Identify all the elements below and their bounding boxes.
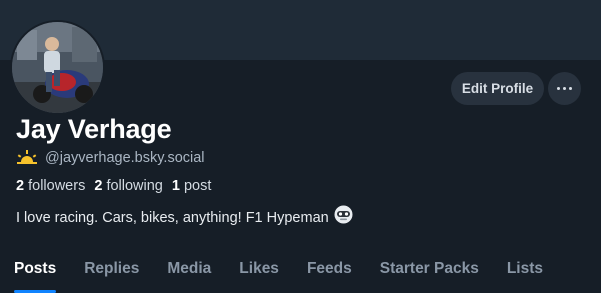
- followers-link[interactable]: 2 followers: [16, 178, 85, 194]
- profile-tabs: Posts Replies Media Likes Feeds Starter …: [0, 255, 601, 293]
- tab-lists[interactable]: Lists: [493, 255, 557, 293]
- display-name: Jay Verhage: [16, 114, 172, 144]
- tab-feeds[interactable]: Feeds: [293, 255, 366, 293]
- tab-posts[interactable]: Posts: [0, 255, 70, 293]
- handle[interactable]: @jayverhage.bsky.social: [45, 150, 205, 166]
- sunrise-icon: [17, 150, 37, 164]
- profile-stats: 2 followers 2 following 1 post: [16, 178, 211, 194]
- avatar[interactable]: [10, 20, 105, 115]
- more-horizontal-icon: [557, 87, 560, 90]
- posts-count: 1 post: [171, 178, 212, 194]
- tab-replies[interactable]: Replies: [70, 255, 153, 293]
- tab-likes[interactable]: Likes: [225, 255, 293, 293]
- robot-face-icon: [334, 205, 353, 223]
- bio-text: I love racing. Cars, bikes, anything! F1…: [16, 210, 329, 226]
- following-link[interactable]: 2 following: [94, 178, 163, 194]
- tab-media[interactable]: Media: [153, 255, 225, 293]
- tab-starter-packs[interactable]: Starter Packs: [366, 255, 493, 293]
- handle-row: @jayverhage.bsky.social: [16, 150, 205, 166]
- bio: I love racing. Cars, bikes, anything! F1…: [16, 205, 353, 226]
- more-options-button[interactable]: [548, 72, 581, 105]
- edit-profile-button[interactable]: Edit Profile: [451, 72, 544, 105]
